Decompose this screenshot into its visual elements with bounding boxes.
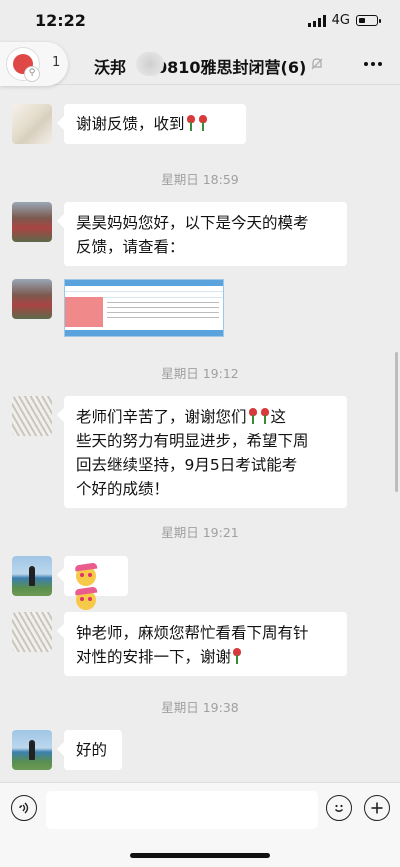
rose-emoji (186, 115, 196, 131)
signal-icon (307, 14, 326, 27)
image-thumbnail[interactable] (64, 279, 224, 337)
avatar[interactable] (12, 730, 52, 770)
message-bubble[interactable]: 老师们辛苦了，谢谢您们 这 些天的努力有明显进步，希望下周 回去继续坚持，9月5日… (64, 396, 347, 508)
chat-title-left: 沃邦 (94, 58, 127, 77)
message-text: 谢谢反馈，收到 (76, 115, 185, 133)
message-line: 些天的努力有明显进步，希望下周 (76, 432, 309, 450)
message-line: 个好的成绩！ (76, 480, 170, 498)
message-text: 好的 (76, 741, 108, 759)
rose-emoji (198, 115, 208, 131)
blurred-name-mask (136, 52, 164, 76)
message-input[interactable] (46, 791, 318, 829)
avatar[interactable] (12, 612, 52, 652)
emoji-icon[interactable] (326, 795, 352, 821)
battery-icon (356, 15, 381, 26)
chat-title[interactable]: 沃邦 0810雅思封闭营(6) (94, 54, 306, 78)
message-line: 回去继续坚持，9月5日考试能考 (76, 456, 298, 474)
network-label: 4G (331, 13, 350, 28)
message-line: 昊昊妈妈您好，以下是今天的模考 (76, 214, 309, 232)
avatar[interactable] (12, 104, 52, 144)
chat-title-right: 0810雅思封闭营(6) (156, 58, 307, 77)
input-bar (0, 782, 400, 867)
love-face-emoji (76, 590, 96, 610)
message-line: 这 (270, 408, 287, 426)
back-button[interactable]: ⚲ 1 (0, 42, 68, 86)
timestamp: 星期日 18:59 (161, 172, 239, 187)
plus-icon[interactable] (364, 795, 390, 821)
avatar[interactable] (12, 279, 52, 319)
link-icon: ⚲ (24, 66, 40, 82)
message-bubble[interactable]: 昊昊妈妈您好，以下是今天的模考 反馈，请查看： (64, 202, 347, 266)
chat-header: ⚲ 1 沃邦 0810雅思封闭营(6) (0, 42, 400, 86)
rose-emoji (232, 648, 242, 664)
scrollbar[interactable] (395, 352, 398, 492)
message-bubble[interactable]: 钟老师，麻烦您帮忙看看下周有针 对性的安排一下，谢谢 (64, 612, 347, 676)
voice-icon[interactable] (11, 795, 37, 821)
mute-bell-icon (311, 58, 323, 70)
avatar[interactable] (12, 556, 52, 596)
timestamp: 星期日 19:12 (161, 366, 239, 381)
avatar[interactable] (12, 202, 52, 242)
avatar[interactable] (12, 396, 52, 436)
status-time: 12:22 (35, 11, 86, 30)
unread-count: 1 (52, 55, 61, 70)
message-line: 反馈，请查看： (76, 238, 185, 256)
love-face-emoji (76, 566, 96, 586)
message-bubble[interactable] (64, 556, 128, 610)
message-line: 老师们辛苦了，谢谢您们 (76, 408, 247, 426)
message-line: 钟老师，麻烦您帮忙看看下周有针 (76, 624, 309, 642)
message-line: 对性的安排一下，谢谢 (76, 648, 232, 666)
timestamp: 星期日 19:21 (161, 525, 239, 540)
rose-emoji (248, 408, 258, 424)
more-options-icon[interactable] (364, 62, 382, 66)
message-bubble[interactable]: 谢谢反馈，收到 (64, 104, 246, 144)
status-bar: 12:22 4G (0, 0, 400, 44)
home-indicator (130, 853, 270, 858)
status-right: 4G (307, 13, 381, 28)
rose-emoji (260, 408, 270, 424)
timestamp: 星期日 19:38 (161, 700, 239, 715)
message-bubble[interactable]: 好的 (64, 730, 122, 770)
